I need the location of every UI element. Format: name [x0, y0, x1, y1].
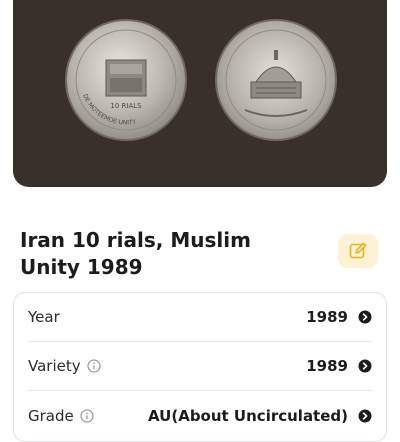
detail-label: Variety: [28, 357, 81, 375]
details-card: Year 1989 Variety 1989 Grade AU(About Un…: [13, 292, 387, 442]
detail-value: AU(About Uncirculated): [148, 406, 348, 425]
detail-value: 1989: [306, 357, 348, 375]
detail-row-variety[interactable]: Variety 1989: [28, 342, 372, 391]
detail-row-year[interactable]: Year 1989: [28, 293, 372, 342]
detail-value: 1989: [306, 308, 348, 326]
coin-photo: 10 RIALS DE MOTEEMOE-UNITY: [13, 0, 387, 187]
detail-label: Grade: [28, 406, 74, 425]
coin-image: 10 RIALS DE MOTEEMOE-UNITY: [65, 19, 337, 141]
detail-row-grade[interactable]: Grade AU(About Uncirculated): [28, 391, 372, 440]
chevron-right-icon: [358, 409, 372, 423]
chevron-right-icon: [358, 359, 372, 373]
detail-label: Year: [28, 308, 60, 326]
coin-obverse: 10 RIALS DE MOTEEMOE-UNITY: [65, 19, 187, 141]
coin-denomination-text: 10 RIALS: [110, 102, 142, 110]
chevron-right-icon: [358, 310, 372, 324]
info-icon[interactable]: [80, 408, 94, 423]
info-icon[interactable]: [87, 359, 101, 373]
edit-icon: [349, 242, 367, 259]
coin-title: Iran 10 rials, Muslim Unity 1989: [20, 228, 251, 279]
coin-reverse: [215, 19, 337, 141]
edit-button[interactable]: [338, 234, 378, 268]
